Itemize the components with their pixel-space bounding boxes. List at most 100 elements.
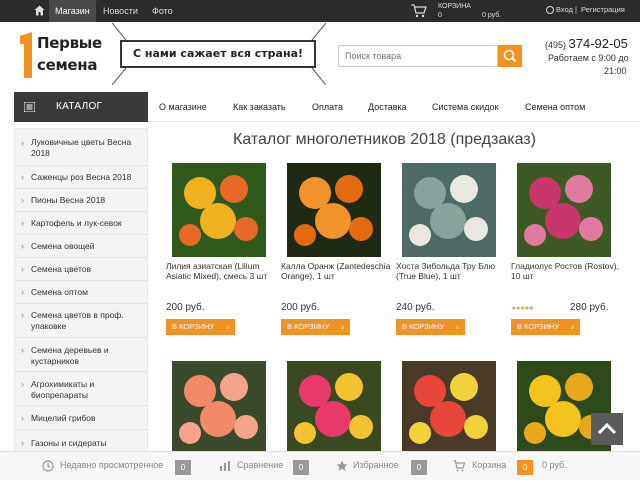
sidebar-item-label: Луковичные цветы Весна 2018	[31, 137, 132, 158]
sidebar-item-roses[interactable]: › Саженцы роз Весна 2018	[15, 166, 147, 189]
chevron-right-icon: ›	[21, 310, 24, 320]
product-image[interactable]	[402, 163, 496, 257]
chevron-right-icon: ›	[341, 322, 344, 332]
sidebar-item-agrochem[interactable]: › Агрохимикаты и биопрепараты	[15, 372, 147, 406]
scroll-top-button[interactable]	[591, 413, 623, 445]
compare-label[interactable]: Сравнение	[237, 460, 283, 470]
product-name[interactable]: Гладиолус Ростов (Rostov), 10 шт	[511, 261, 621, 281]
sidebar-item-trees[interactable]: › Семена деревьев и кустарников	[15, 338, 147, 372]
product-price: 240 руб.	[396, 302, 435, 313]
search-icon	[503, 49, 517, 63]
product-image[interactable]	[517, 163, 611, 257]
topnav-news[interactable]: Новости	[97, 0, 144, 22]
phone-code: (495)	[545, 40, 567, 50]
compare-icon	[220, 461, 230, 471]
sidebar-item-label: Пионы Весна 2018	[31, 195, 106, 205]
sidebar-item-vegetables[interactable]: › Семена овощей	[15, 235, 147, 258]
product-name[interactable]: Лилия азиатская (Lilium Asiatic Mixed), …	[166, 261, 276, 281]
product-name[interactable]: Калла Оранж (Zantedeschia Orange), 1 шт	[281, 261, 391, 281]
logo-line2: семена	[37, 56, 98, 74]
product-price: 200 руб.	[166, 302, 205, 313]
add-to-cart-button[interactable]: В КОРЗИНУ ›	[396, 319, 465, 335]
cart-sum: 0 руб.	[542, 460, 567, 470]
nav-about[interactable]: О магазине	[159, 102, 207, 112]
top-bar: Магазин Новости Фото КОРЗИНА 0 0 руб. Вх…	[0, 0, 640, 22]
bottom-panel: Недавно просмотренное 0 Сравнение 0 Избр…	[0, 451, 640, 480]
catalog-button[interactable]: КАТАЛОГ	[14, 92, 148, 122]
product-image[interactable]	[287, 361, 381, 455]
chevron-right-icon: ›	[21, 218, 24, 228]
slogan-banner: С нами сажает вся страна!	[112, 23, 326, 85]
sidebar-item-bulbs[interactable]: › Луковичные цветы Весна 2018	[15, 129, 147, 166]
cart-sum: 0 руб.	[482, 12, 502, 19]
slogan-text: С нами сажает вся страна!	[120, 40, 316, 68]
chevron-right-icon: ›	[21, 438, 24, 448]
cart-label[interactable]: КОРЗИНА	[438, 3, 471, 10]
favorites-label[interactable]: Избранное	[353, 460, 399, 470]
chevron-right-icon: ›	[21, 287, 24, 297]
sidebar-item-label: Семена оптом	[31, 287, 88, 297]
nav-wholesale[interactable]: Семена оптом	[525, 102, 585, 112]
sidebar-item-label: Агрохимикаты и биопрепараты	[31, 379, 95, 400]
sidebar-item-label: Семена овощей	[31, 241, 95, 251]
sidebar-item-label: Газоны и сидераты	[31, 438, 107, 448]
sidebar-item-peonies[interactable]: › Пионы Весна 2018	[15, 189, 147, 212]
nav-discounts[interactable]: Система скидок	[432, 102, 498, 112]
register-link[interactable]: Регистрация	[581, 5, 625, 14]
favorites-count: 0	[411, 460, 427, 475]
chevron-right-icon: ›	[21, 241, 24, 251]
chevron-right-icon: ›	[21, 379, 24, 389]
cart-count: 0	[438, 12, 442, 19]
chevron-right-icon: ›	[21, 264, 24, 274]
add-to-cart-label: В КОРЗИНУ	[287, 322, 330, 331]
sidebar-item-wholesale[interactable]: › Семена оптом	[15, 281, 147, 304]
logo-line1: Первые	[37, 34, 102, 52]
product-name[interactable]: Хоста Зибольда Тру Блю (True Blue), 1 шт	[396, 261, 506, 281]
add-to-cart-button[interactable]: В КОРЗИНУ ›	[511, 319, 580, 335]
add-to-cart-button[interactable]: В КОРЗИНУ ›	[281, 319, 350, 335]
sidebar-item-potato[interactable]: › Картофель и лук-севок	[15, 212, 147, 235]
logo[interactable]: Первые семена	[18, 32, 110, 80]
search-input[interactable]	[338, 45, 498, 67]
phone[interactable]: (495) 374-92-05	[545, 36, 628, 51]
nav-how-to-order[interactable]: Как заказать	[233, 102, 286, 112]
chevron-right-icon: ›	[21, 345, 24, 355]
sidebar-item-mycelium[interactable]: › Мицелий грибов	[15, 406, 147, 430]
separator: |	[575, 5, 577, 14]
cart-label[interactable]: Корзина	[472, 460, 506, 470]
add-to-cart-label: В КОРЗИНУ	[172, 322, 215, 331]
product-image[interactable]	[287, 163, 381, 257]
add-to-cart-label: В КОРЗИНУ	[517, 322, 560, 331]
recent-label[interactable]: Недавно просмотренное	[60, 460, 163, 470]
product-price: 280 руб.	[570, 302, 609, 313]
menu-icon	[24, 102, 35, 112]
star-icon	[336, 460, 348, 471]
add-to-cart-button[interactable]: В КОРЗИНУ ›	[166, 319, 235, 335]
cart-icon	[453, 460, 465, 472]
cart-count: 0	[517, 460, 533, 475]
topnav-shop[interactable]: Магазин	[49, 0, 96, 22]
nav-payment[interactable]: Оплата	[312, 102, 343, 112]
user-icon	[546, 6, 554, 14]
sidebar-item-label: Мицелий грибов	[31, 413, 96, 423]
topnav-photo[interactable]: Фото	[146, 0, 179, 22]
sidebar-item-label: Семена деревьев и кустарников	[31, 345, 109, 366]
nav-delivery[interactable]: Доставка	[368, 102, 407, 112]
home-icon[interactable]	[34, 5, 45, 16]
search-button[interactable]	[498, 45, 522, 67]
sidebar-item-pro-pack[interactable]: › Семена цветов в проф. упаковке	[15, 304, 147, 338]
product-image[interactable]	[172, 163, 266, 257]
cart-icon[interactable]	[411, 4, 427, 18]
rating-stars: ★★★★★	[511, 306, 534, 312]
catalog-label: КАТАЛОГ	[56, 101, 103, 112]
sidebar-item-flowers[interactable]: › Семена цветов	[15, 258, 147, 281]
product-image[interactable]	[402, 361, 496, 455]
chevron-up-icon	[597, 422, 617, 435]
product-price: 200 руб.	[281, 302, 320, 313]
sidebar-item-label: Семена цветов	[31, 264, 91, 274]
chevron-right-icon: ›	[21, 172, 24, 182]
chevron-right-icon: ›	[21, 138, 24, 148]
login-link[interactable]: Вход	[556, 5, 573, 14]
product-image[interactable]	[172, 361, 266, 455]
page-title: Каталог многолетников 2018 (предзаказ)	[233, 131, 536, 148]
